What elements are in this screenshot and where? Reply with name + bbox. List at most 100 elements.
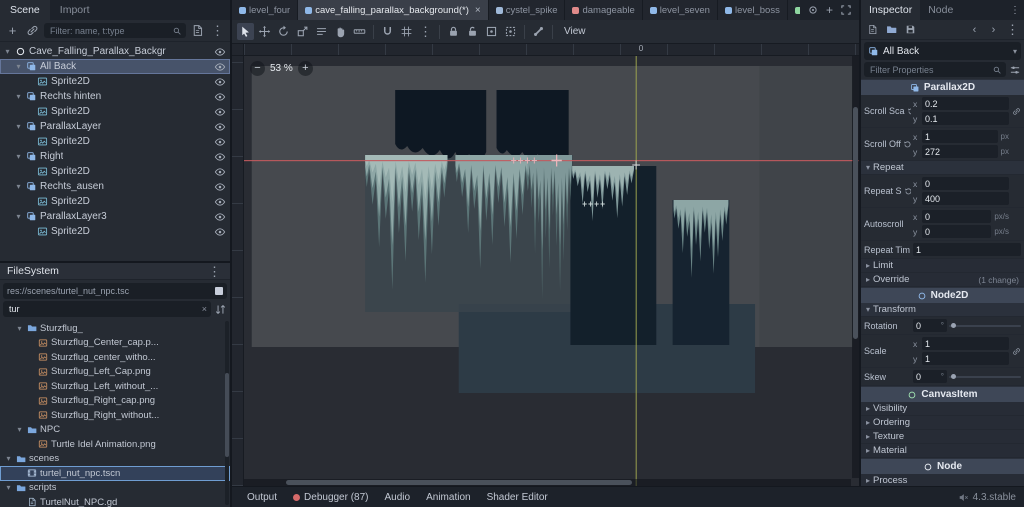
property-group[interactable]: ▸ Texture: [861, 430, 1024, 444]
expand-arrow[interactable]: ▾: [14, 62, 23, 71]
grid-snap-button[interactable]: [398, 23, 415, 40]
list-select-button[interactable]: [313, 23, 330, 40]
value-field[interactable]: 1: [922, 337, 1009, 350]
scene-tree-row[interactable]: ▾ All Back: [0, 59, 230, 74]
dock-menu-icon[interactable]: ⋮: [1010, 5, 1020, 16]
select-mode-button[interactable]: [237, 23, 254, 40]
value-field[interactable]: 0 °: [913, 370, 947, 383]
filesystem-menu-button[interactable]: ⋮: [206, 263, 223, 280]
property-group[interactable]: ▾ Transform: [861, 303, 1024, 317]
scene-tab[interactable]: damageable: [565, 0, 643, 20]
inspector-category[interactable]: Node2D: [861, 287, 1024, 303]
filesystem-row[interactable]: Sturzflug_Right_without...: [0, 408, 230, 423]
filesystem-row[interactable]: ▾ scenes: [0, 452, 230, 467]
visibility-toggle-icon[interactable]: [214, 196, 226, 208]
expand-arrow[interactable]: ▾: [4, 454, 13, 463]
expand-arrow[interactable]: ▾: [14, 122, 23, 131]
value-slider[interactable]: [949, 373, 1021, 379]
scene-tree-row[interactable]: Sprite2D: [0, 104, 230, 119]
canvas-vscrollbar[interactable]: [852, 56, 859, 478]
visibility-toggle-icon[interactable]: [214, 136, 226, 148]
history-back-button[interactable]: ‹: [966, 21, 983, 38]
scene-tree-row[interactable]: ▾ ParallaxLayer3: [0, 209, 230, 224]
slider-handle[interactable]: [951, 373, 956, 379]
inspector-category[interactable]: CanvasItem: [861, 386, 1024, 402]
edited-object-selector[interactable]: All Back ▾: [864, 42, 1021, 60]
bottom-panel-tab[interactable]: Shader Editor: [480, 487, 555, 507]
ungroup-button[interactable]: [502, 23, 519, 40]
save-resource-button[interactable]: [902, 21, 919, 38]
scene-tree-row[interactable]: ▾ ParallaxLayer: [0, 119, 230, 134]
filesystem-row[interactable]: Sturzflug_Center_cap.p...: [0, 336, 230, 351]
scene-tree-row[interactable]: ▾ Rechts_ausen: [0, 179, 230, 194]
new-scene-tab-icon[interactable]: +: [826, 3, 833, 17]
scrollbar-thumb[interactable]: [286, 480, 633, 485]
visibility-toggle-icon[interactable]: [214, 211, 226, 223]
scrollbar-thumb[interactable]: [225, 372, 229, 458]
history-forward-button[interactable]: ›: [985, 21, 1002, 38]
expand-arrow[interactable]: ▾: [15, 324, 24, 333]
property-group[interactable]: ▸ Process: [861, 474, 1024, 486]
scene-tab[interactable]: cystel_spike: [488, 0, 566, 20]
visibility-toggle-icon[interactable]: [214, 151, 226, 163]
filesystem-row[interactable]: Turtle Idel Animation.png: [0, 437, 230, 452]
visibility-toggle-icon[interactable]: [214, 61, 226, 73]
property-filter-input[interactable]: [868, 63, 989, 76]
scene-tab[interactable]: level_four: [232, 0, 299, 20]
scene-menu-button[interactable]: ⋮: [209, 22, 226, 39]
load-resource-button[interactable]: [883, 21, 900, 38]
tab-inspector[interactable]: Inspector: [861, 0, 921, 20]
expand-arrow[interactable]: ▾: [4, 483, 13, 492]
attach-script-button[interactable]: [189, 22, 206, 39]
clear-search-icon[interactable]: ×: [202, 304, 207, 314]
value-slider[interactable]: [949, 322, 1021, 328]
property-tools-icon[interactable]: [1009, 64, 1021, 76]
value-field[interactable]: 1: [922, 130, 998, 143]
scene-filter-input[interactable]: [48, 24, 169, 37]
close-icon[interactable]: ×: [475, 5, 481, 16]
filesystem-row[interactable]: Sturzflug_Right_cap.png: [0, 394, 230, 409]
scale-mode-button[interactable]: [294, 23, 311, 40]
scene-tree-row[interactable]: ▾ Cave_Falling_Parallax_Backgr: [0, 44, 230, 59]
tab-import[interactable]: Import: [50, 0, 100, 20]
tab-scene[interactable]: Scene: [0, 0, 50, 20]
filesystem-scrollbar[interactable]: [225, 321, 229, 505]
sort-files-icon[interactable]: [214, 303, 227, 316]
scene-tree-row[interactable]: Sprite2D: [0, 194, 230, 209]
scene-tree-row[interactable]: Sprite2D: [0, 134, 230, 149]
instantiate-scene-button[interactable]: [24, 22, 41, 39]
object-menu-button[interactable]: ⋮: [1004, 21, 1021, 38]
expand-arrow[interactable]: ▾: [15, 425, 24, 434]
visibility-toggle-icon[interactable]: [214, 46, 226, 58]
rotate-mode-button[interactable]: [275, 23, 292, 40]
property-group[interactable]: ▾ Repeat: [861, 161, 1024, 175]
filesystem-row[interactable]: ▾ NPC: [0, 423, 230, 438]
property-group[interactable]: ▸ Material: [861, 444, 1024, 458]
view-menu-button[interactable]: View: [558, 23, 592, 41]
smart-snap-button[interactable]: [379, 23, 396, 40]
value-field[interactable]: 0: [922, 225, 992, 238]
bottom-panel-tab[interactable]: Audio: [378, 487, 418, 507]
expand-arrow[interactable]: ▾: [14, 182, 23, 191]
property-group[interactable]: ▸ Override (1 change): [861, 273, 1024, 287]
value-field[interactable]: 400: [922, 192, 1009, 205]
scene-tab[interactable]: level_boss: [717, 0, 788, 20]
zoom-out-button[interactable]: −: [250, 61, 265, 76]
move-mode-button[interactable]: [256, 23, 273, 40]
inspector-category[interactable]: Parallax2D: [861, 79, 1024, 95]
filesystem-path-bar[interactable]: res://scenes/turtel_nut_npc.tsc: [3, 283, 227, 299]
scene-tree-row[interactable]: ▾ Right: [0, 149, 230, 164]
value-field[interactable]: 272: [922, 145, 998, 158]
unlock-button[interactable]: [464, 23, 481, 40]
filesystem-row[interactable]: TurtelNut_NPC.gd: [0, 495, 230, 507]
property-group[interactable]: ▸ Visibility: [861, 402, 1024, 416]
filesystem-row[interactable]: ▾ scripts: [0, 481, 230, 496]
zoom-in-button[interactable]: +: [297, 61, 313, 76]
slider-handle[interactable]: [951, 322, 956, 328]
viewport-canvas[interactable]: − 53 % +: [244, 56, 859, 486]
scene-tree-row[interactable]: ▾ Rechts hinten: [0, 89, 230, 104]
link-values-icon[interactable]: [1012, 347, 1021, 356]
distraction-free-icon[interactable]: [840, 4, 852, 16]
visibility-toggle-icon[interactable]: [214, 76, 226, 88]
visibility-toggle-icon[interactable]: [214, 226, 226, 238]
